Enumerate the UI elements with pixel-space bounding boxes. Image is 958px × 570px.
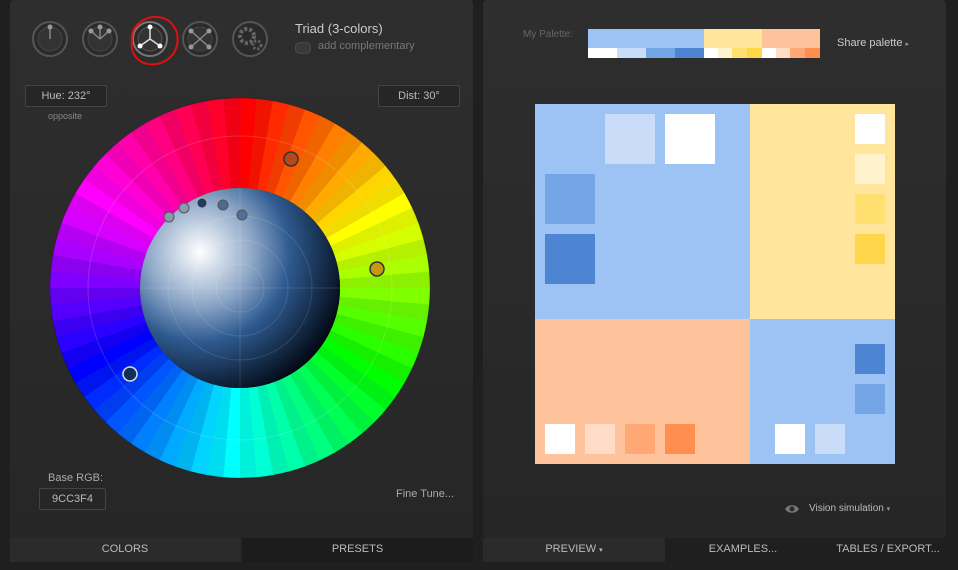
color-wheel[interactable] xyxy=(50,98,430,478)
caret-right-icon: ▸ xyxy=(905,41,910,48)
yellow-hue-handle[interactable] xyxy=(369,261,385,277)
tab-preview[interactable]: PREVIEW ▾ xyxy=(483,538,665,562)
swatch-blue-dark xyxy=(545,234,595,284)
adjacent-scheme-icon xyxy=(82,21,118,57)
fine-tune-link[interactable]: Fine Tune... xyxy=(396,488,454,500)
swatch-corner-white xyxy=(775,424,805,454)
tetrad-scheme-icon xyxy=(182,21,218,57)
swatch-corner-blue-light xyxy=(815,424,845,454)
my-palette-label: My Palette: xyxy=(523,29,574,40)
swatch-peach-mid xyxy=(625,424,655,454)
swatch-white xyxy=(665,114,715,164)
swatch-yellow-mid xyxy=(855,194,885,224)
tab-tables-export[interactable]: TABLES / EXPORT... xyxy=(818,538,958,562)
swatch-corner-blue-dark xyxy=(855,344,885,374)
preview-canvas xyxy=(535,104,895,464)
shade-dot-3[interactable] xyxy=(196,197,208,209)
scheme-title: Triad (3-colors) xyxy=(295,21,383,36)
mono-scheme-icon xyxy=(32,21,68,57)
swatch-peach-light xyxy=(585,424,615,454)
mono-scheme-button[interactable] xyxy=(31,20,69,58)
add-complementary-label[interactable]: add complementary xyxy=(318,40,415,52)
free-scheme-button[interactable] xyxy=(231,20,269,58)
shade-dot-5[interactable] xyxy=(236,209,248,221)
vision-simulation-dropdown[interactable]: Vision simulation ▾ xyxy=(809,503,890,514)
swatch-corner-blue-mid xyxy=(855,384,885,414)
share-palette-link[interactable]: Share palette ▸ xyxy=(837,37,909,49)
base-hue-handle[interactable] xyxy=(122,366,138,382)
caret-down-icon: ▾ xyxy=(599,547,603,554)
tetrad-scheme-button[interactable] xyxy=(181,20,219,58)
swatch-yellow-light xyxy=(855,154,885,184)
shade-dot-2[interactable] xyxy=(178,202,190,214)
tab-presets[interactable]: PRESETS xyxy=(242,538,473,562)
complementary-toggle[interactable] xyxy=(295,42,311,54)
palette-strip[interactable] xyxy=(588,29,820,58)
base-rgb-label: Base RGB: xyxy=(48,472,104,484)
selection-highlight-circle xyxy=(130,15,179,66)
swatch-peach-white xyxy=(545,424,575,454)
swatch-yellow-dark xyxy=(855,234,885,264)
tab-colors[interactable]: COLORS xyxy=(10,538,240,562)
swatch-peach-dark xyxy=(665,424,695,454)
free-scheme-icon xyxy=(232,21,268,57)
swatch-blue-mid xyxy=(545,174,595,224)
base-rgb-input[interactable]: 9CC3F4 xyxy=(39,488,106,510)
swatch-blue-light xyxy=(605,114,655,164)
shade-dot-1[interactable] xyxy=(163,211,175,223)
caret-down-icon: ▾ xyxy=(886,506,891,513)
swatch-yellow-white xyxy=(855,114,885,144)
shade-dot-4[interactable] xyxy=(217,199,229,211)
eye-icon xyxy=(785,505,799,513)
tab-examples[interactable]: EXAMPLES... xyxy=(668,538,818,562)
red-hue-handle[interactable] xyxy=(283,151,299,167)
adjacent-scheme-button[interactable] xyxy=(81,20,119,58)
